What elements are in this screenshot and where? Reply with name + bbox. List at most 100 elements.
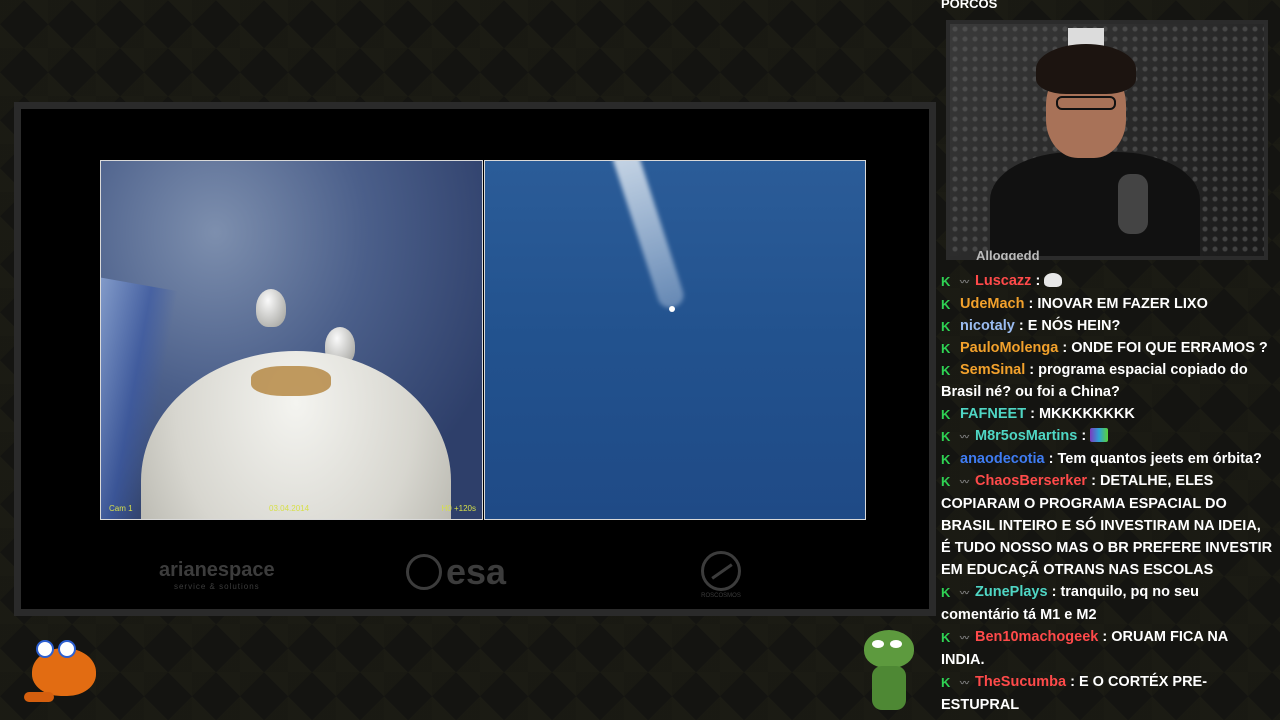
stream-video-frame: Cam 1 03.04.2014 H0 +120s arianespace se… — [14, 102, 936, 616]
k-icon: K — [941, 319, 951, 334]
chat-username[interactable]: FAFNEET — [960, 406, 1026, 422]
chat-message-list: K 〰 Luscazz : K UdeMach : INOVAR EM FAZER L… — [941, 270, 1273, 716]
skull-emote-icon — [1044, 273, 1063, 287]
rocket-ring — [251, 366, 331, 396]
k-icon: K — [941, 407, 951, 422]
chat-separator: : — [1044, 451, 1058, 467]
chat-separator: : — [1066, 674, 1079, 690]
chat-text: INOVAR EM FAZER LIXO — [1037, 296, 1208, 312]
roscosmos-logo: ROSCOSMOS — [701, 551, 741, 599]
streamer-shirt — [990, 152, 1200, 256]
time-label: H0 +120s — [441, 504, 476, 513]
mascot-eye — [58, 640, 76, 658]
date-label: 03.04.2014 — [269, 504, 310, 513]
chat-panel: PORCOS Alloggedd K 〰 Luscazz : K UdeMach : … — [936, 0, 1280, 720]
rocket-dot — [669, 306, 675, 312]
pepe-eye — [890, 640, 902, 648]
sponsor-logos: arianespace service & solutions esa ROSC… — [21, 541, 929, 611]
sub-badge-icon: 〰 — [960, 588, 970, 598]
roscosmos-mark-icon — [701, 551, 741, 591]
k-icon: K — [941, 474, 951, 489]
chat-username[interactable]: ZunePlays — [975, 584, 1048, 600]
chat-separator: : — [1031, 273, 1045, 289]
chat-message: K PauloMolenga : ONDE FOI QUE ERRAMOS ? — [941, 337, 1273, 359]
k-icon: K — [941, 585, 951, 600]
k-icon: K — [941, 452, 951, 467]
chat-username[interactable]: TheSucumba — [975, 674, 1066, 690]
chat-message: Knicotaly : E NÓS HEIN? — [941, 315, 1273, 337]
esa-mark-icon — [406, 554, 442, 590]
chat-text: E NÓS HEIN? — [1027, 318, 1121, 334]
booster-1 — [256, 289, 286, 327]
streamer-hair — [1036, 44, 1136, 94]
arianespace-logo: arianespace service & solutions — [159, 559, 275, 591]
cam-label: Cam 1 — [109, 504, 133, 513]
chat-separator: : — [1014, 318, 1028, 334]
ground-tracking-camera-feed — [484, 160, 866, 520]
k-icon: K — [941, 630, 951, 645]
chat-message: K UdeMach : INOVAR EM FAZER LIXO — [941, 293, 1273, 315]
chat-separator: : — [1026, 406, 1039, 422]
chat-message: K 〰 ChaosBerserker : DETALHE, ELES COPIARA… — [941, 470, 1273, 581]
chat-username[interactable]: M8r5osMartins — [975, 428, 1077, 444]
chat-username[interactable]: UdeMach — [960, 296, 1024, 312]
esa-logo-text: esa — [446, 551, 507, 592]
webcam-frame — [946, 20, 1268, 260]
rocket-onboard-camera-feed: Cam 1 03.04.2014 H0 +120s — [100, 160, 483, 520]
sub-badge-icon: 〰 — [960, 277, 970, 287]
mascot-emote-icon — [24, 634, 102, 706]
chat-username[interactable]: ChaosBerserker — [975, 473, 1087, 489]
chat-message: K FAFNEET : MKKKKKKKK — [941, 403, 1273, 425]
contrail — [609, 161, 687, 311]
chat-username[interactable]: anaodecotia — [960, 451, 1045, 467]
glasses-icon — [1056, 96, 1116, 110]
chat-separator: : — [1047, 584, 1061, 600]
pc-emote-icon — [1090, 428, 1109, 442]
chat-message: K 〰 ZunePlays : tranquilo, pq no seu comen… — [941, 581, 1273, 626]
roscosmos-logo-text: ROSCOSMOS — [701, 593, 741, 599]
esa-logo: esa — [406, 551, 506, 593]
chat-username[interactable]: Luscazz — [975, 273, 1031, 289]
chat-separator: : — [1087, 473, 1100, 489]
pepe-head — [864, 630, 914, 668]
chat-username[interactable]: Ben10machogeek — [975, 629, 1098, 645]
chat-text: ONDE FOI QUE ERRAMOS ? — [1071, 340, 1268, 356]
chat-separator: : — [1058, 340, 1072, 356]
chat-username[interactable]: SemSinal — [960, 362, 1025, 378]
chat-message: K 〰 TheSucumba : E O CORTÉX PRE-ESTUPRAL — [941, 671, 1273, 716]
k-icon: K — [941, 429, 951, 444]
chat-message: K 〰 Luscazz : — [941, 270, 1273, 293]
chat-text: MKKKKKKKK — [1038, 406, 1135, 422]
chat-message: Kanaodecotia : Tem quantos jeets em órbi… — [941, 448, 1273, 470]
arianespace-logo-sub: service & solutions — [173, 582, 260, 591]
k-icon: K — [941, 297, 951, 312]
chat-text: Tem quantos jeets em órbita? — [1057, 451, 1262, 467]
webcam-feed — [950, 24, 1264, 256]
chat-username[interactable]: PauloMolenga — [960, 340, 1058, 356]
chat-message: K SemSinal : programa espacial copiado do… — [941, 359, 1273, 403]
stream-video[interactable]: Cam 1 03.04.2014 H0 +120s arianespace se… — [21, 109, 929, 609]
sub-badge-icon: 〰 — [960, 633, 970, 643]
k-icon: K — [941, 274, 951, 289]
chat-message: K 〰 M8r5osMartins : — [941, 425, 1273, 448]
chat-username[interactable]: nicotaly — [960, 318, 1015, 334]
sub-badge-icon: 〰 — [960, 432, 970, 442]
sub-badge-icon: 〰 — [960, 477, 970, 487]
sub-badge-icon: 〰 — [960, 678, 970, 688]
microphone-icon — [1118, 174, 1148, 234]
k-icon: K — [941, 341, 951, 356]
pepe-frog-icon — [860, 630, 916, 710]
k-icon: K — [941, 675, 951, 690]
chat-message: K 〰 Ben10machogeek : ORUAM FICA NA INDIA. — [941, 626, 1273, 671]
chat-separator: : — [1077, 428, 1091, 444]
chat-partial-message: PORCOS — [941, 0, 998, 11]
chat-partial-user: Alloggedd — [976, 248, 1040, 260]
mascot-eye — [36, 640, 54, 658]
arianespace-logo-text: arianespace — [159, 559, 275, 581]
pepe-body — [872, 666, 906, 710]
pepe-eye — [872, 640, 884, 648]
mascot-leg — [24, 692, 54, 702]
chat-separator: : — [1098, 629, 1112, 645]
chat-separator: : — [1024, 296, 1038, 312]
k-icon: K — [941, 363, 951, 378]
